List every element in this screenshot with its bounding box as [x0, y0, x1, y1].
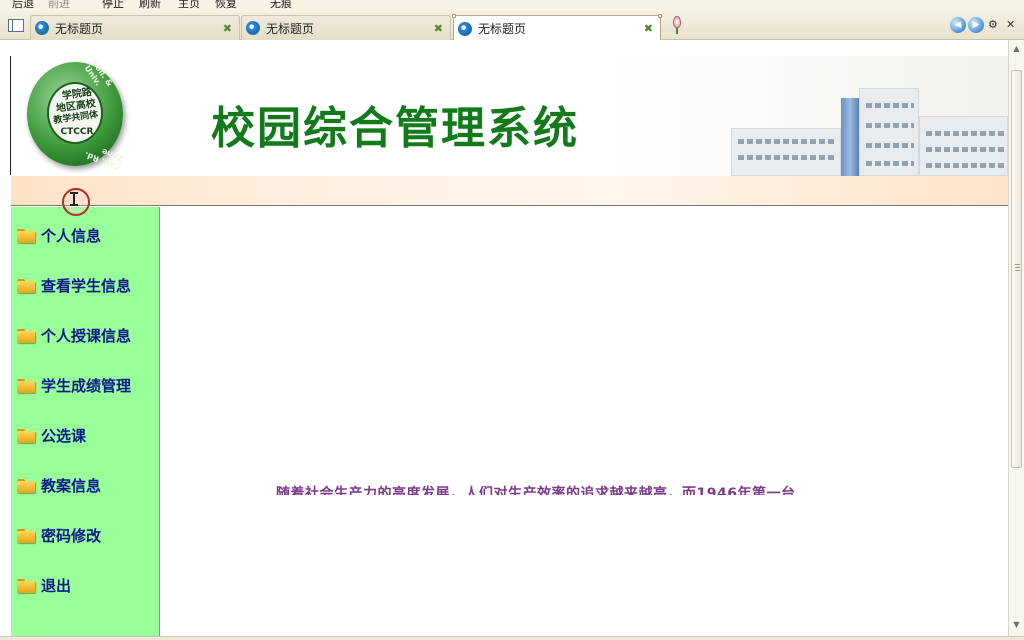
scrolling-marquee: 随着社会生产力的高度发展，人们对生产效率的追求越来越高，而1946年第一台 — [276, 479, 896, 495]
sidebar-item-label[interactable]: 学生成绩管理 — [41, 375, 131, 396]
sidebar-item-grade-management[interactable]: 学生成绩管理 — [17, 373, 131, 397]
page-icon — [458, 21, 472, 36]
sidebar-item-label[interactable]: 个人授课信息 — [41, 325, 131, 346]
restore-button[interactable]: 恢复 — [215, 0, 237, 11]
tab-3-active[interactable]: 无标题页 ✖ — [452, 14, 662, 41]
sidebar-item-label[interactable]: 密码修改 — [41, 525, 101, 546]
tab-close-icon[interactable]: ✖ — [434, 22, 443, 35]
web-page: Coll. & Univ. Coll. Rd. Zone 学院路 地区高校 教学… — [0, 40, 1008, 640]
stop-button[interactable]: 停止 — [102, 0, 124, 11]
sidebar-item-label[interactable]: 公选课 — [41, 425, 86, 446]
tab-options-icon[interactable]: ⚙ — [988, 18, 998, 31]
sidebar-toggle-icon[interactable] — [8, 19, 24, 32]
marquee-text: 随着社会生产力的高度发展，人们对生产效率的追求越来越高，而1946年第一台 — [276, 486, 796, 495]
home-button[interactable]: 主页 — [178, 0, 200, 11]
tab-label: 无标题页 — [266, 21, 315, 36]
folder-icon — [17, 227, 36, 243]
sidebar-item-teaching-info[interactable]: 个人授课信息 — [17, 323, 131, 347]
sidebar-item-personal-info[interactable]: 个人信息 — [17, 223, 101, 247]
tab-corner-icon — [658, 14, 662, 18]
folder-icon — [17, 327, 36, 343]
back-button[interactable]: 后退 — [12, 0, 34, 11]
sidebar-item-view-students[interactable]: 查看学生信息 — [17, 273, 131, 297]
sidebar-item-label[interactable]: 查看学生信息 — [41, 275, 131, 296]
flower-stem-icon — [676, 28, 678, 34]
scroll-up-icon[interactable]: ▲ — [1011, 42, 1022, 56]
browser-toolbar: 后退 前进 停止 刷新 主页 恢复 无痕 — [0, 0, 1024, 11]
tab-close-icon[interactable]: ✖ — [223, 22, 232, 35]
logo-text-line: CTCCR — [60, 127, 94, 137]
sidebar-item-label[interactable]: 退出 — [41, 575, 71, 596]
sidebar-item-logout[interactable]: 退出 — [17, 573, 71, 597]
building-graphic — [859, 88, 919, 176]
building-graphic — [841, 98, 859, 176]
vertical-scrollbar[interactable]: ▲ ▼ — [1008, 40, 1024, 636]
page-icon — [246, 21, 260, 35]
folder-icon — [17, 277, 36, 293]
flower-bud-icon — [673, 16, 681, 28]
tab-scroll-right-icon[interactable]: ▶ — [968, 17, 984, 33]
tab-corner-icon — [452, 14, 456, 18]
folder-icon — [17, 477, 36, 493]
tab-bar: 无标题页 ✖ 无标题页 ✖ 无标题页 ✖ ◀ ▶ ⚙ ✕ — [0, 11, 1024, 41]
scroll-down-icon[interactable]: ▼ — [1011, 618, 1022, 632]
folder-icon — [17, 577, 36, 593]
private-mode-button[interactable]: 无痕 — [270, 0, 292, 11]
tab-1[interactable]: 无标题页 ✖ — [30, 15, 240, 40]
folder-icon — [17, 377, 36, 393]
sidebar-item-label[interactable]: 个人信息 — [41, 225, 101, 246]
building-graphic — [919, 116, 1008, 176]
page-title: 校园综合管理系统 — [211, 103, 579, 154]
tab-2[interactable]: 无标题页 ✖ — [241, 15, 451, 40]
folder-icon — [17, 427, 36, 443]
sidebar-item-label[interactable]: 教案信息 — [41, 475, 101, 496]
sidebar-item-lesson-plans[interactable]: 教案信息 — [17, 473, 101, 497]
page-icon — [35, 21, 49, 35]
horizontal-scrollbar[interactable] — [0, 636, 1024, 640]
page-header-banner: Coll. & Univ. Coll. Rd. Zone 学院路 地区高校 教学… — [11, 56, 1008, 176]
scrollbar-thumb[interactable] — [1011, 70, 1022, 468]
text-cursor-icon — [70, 192, 78, 206]
tab-label: 无标题页 — [55, 21, 104, 36]
tab-close-icon[interactable]: ✖ — [644, 22, 653, 35]
close-tab-icon[interactable]: ✕ — [1006, 18, 1015, 31]
folder-icon — [17, 527, 36, 543]
tab-label: 无标题页 — [478, 22, 527, 36]
new-tab-button[interactable] — [671, 14, 683, 36]
tab-scroll-left-icon[interactable]: ◀ — [950, 17, 966, 33]
sidebar-item-electives[interactable]: 公选课 — [17, 423, 86, 447]
sidebar-item-change-password[interactable]: 密码修改 — [17, 523, 101, 547]
school-logo: Coll. & Univ. Coll. Rd. Zone 学院路 地区高校 教学… — [27, 59, 125, 171]
forward-button[interactable]: 前进 — [48, 0, 70, 11]
header-band — [11, 176, 1008, 206]
refresh-button[interactable]: 刷新 — [139, 0, 161, 11]
building-graphic — [731, 128, 841, 176]
sidebar-menu: 个人信息 查看学生信息 个人授课信息 学生成绩管理 公选课 教案信息 密码修改 — [11, 207, 160, 640]
main-content-frame: 随着社会生产力的高度发展，人们对生产效率的追求越来越高，而1946年第一台 — [161, 207, 1008, 640]
